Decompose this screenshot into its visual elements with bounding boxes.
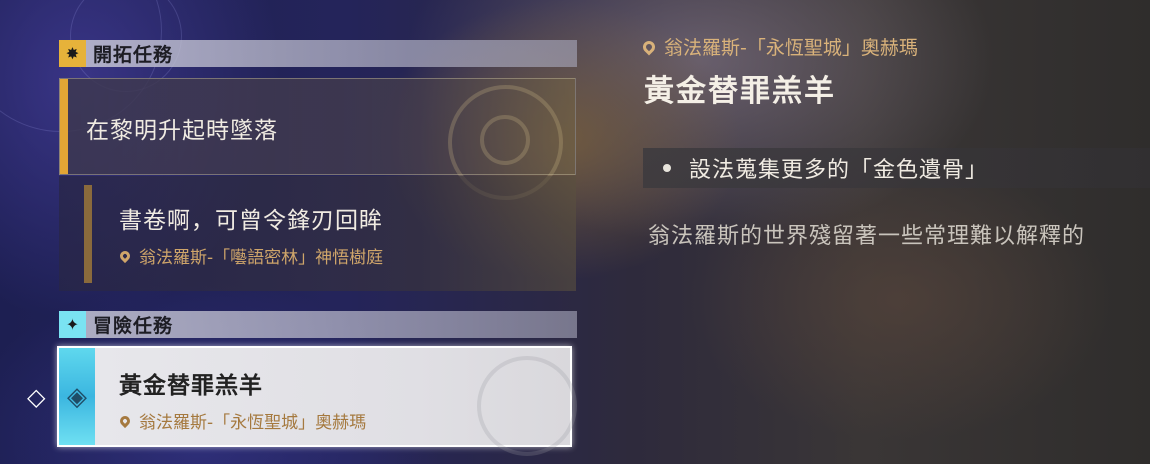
bullet-icon xyxy=(663,164,671,172)
adventure-emblem-icon xyxy=(477,356,577,456)
detail-location: 翁法羅斯-「永恆聖城」奧赫瑪 xyxy=(640,33,918,60)
quest-location: 翁法羅斯-「永恆聖城」奧赫瑪 xyxy=(117,408,367,433)
section-header-adventure: ✦ 冒險任務 xyxy=(59,311,577,338)
detail-location-text: 翁法羅斯-「永恆聖城」奧赫瑪 xyxy=(664,37,918,59)
quest-title: 在黎明升起時墜落 xyxy=(86,118,278,144)
quest-title: 書卷啊，可曾令鋒刃回眸 xyxy=(119,208,383,234)
quest-description: 翁法羅斯的世界殘留著一些常理難以解釋的 xyxy=(648,224,1086,249)
adventure-mission-icon: ✦ xyxy=(59,311,86,338)
section-header-trailblaze: ✸ 開拓任務 xyxy=(59,40,577,67)
section-title: 冒險任務 xyxy=(93,315,174,337)
section-title: 開拓任務 xyxy=(93,44,174,66)
adventure-diamond-icon: ◈ xyxy=(67,381,87,412)
detail-title: 黃金替罪羔羊 xyxy=(644,74,836,109)
quest-item-sub[interactable]: 書卷啊，可曾令鋒刃回眸 翁法羅斯-「囈語密林」神悟樹庭 xyxy=(59,176,576,291)
trailblaze-mission-icon: ✸ xyxy=(59,40,86,67)
quest-title: 黃金替罪羔羊 xyxy=(119,373,263,399)
selection-cursor-icon: ◇ xyxy=(27,383,46,411)
location-pin-icon xyxy=(640,38,658,55)
quest-item-main[interactable]: 在黎明升起時墜落 xyxy=(59,78,576,200)
quest-location-text: 翁法羅斯-「囈語密林」神悟樹庭 xyxy=(139,248,384,268)
quest-type-strip: ◈ xyxy=(59,348,95,445)
quest-objective: 設法蒐集更多的「金色遺骨」 xyxy=(643,148,1150,188)
quest-location-text: 翁法羅斯-「永恆聖城」奧赫瑪 xyxy=(139,413,367,433)
location-pin-icon xyxy=(117,248,133,263)
trailblaze-emblem-inner-icon xyxy=(480,115,530,165)
quest-sub-bar xyxy=(84,185,92,283)
quest-accent-bar xyxy=(60,79,68,174)
quest-item-selected[interactable]: ◈ 黃金替罪羔羊 翁法羅斯-「永恆聖城」奧赫瑪 xyxy=(57,346,577,456)
quest-location: 翁法羅斯-「囈語密林」神悟樹庭 xyxy=(117,243,384,268)
objective-text: 設法蒐集更多的「金色遺骨」 xyxy=(689,158,989,183)
location-pin-icon xyxy=(117,413,133,428)
